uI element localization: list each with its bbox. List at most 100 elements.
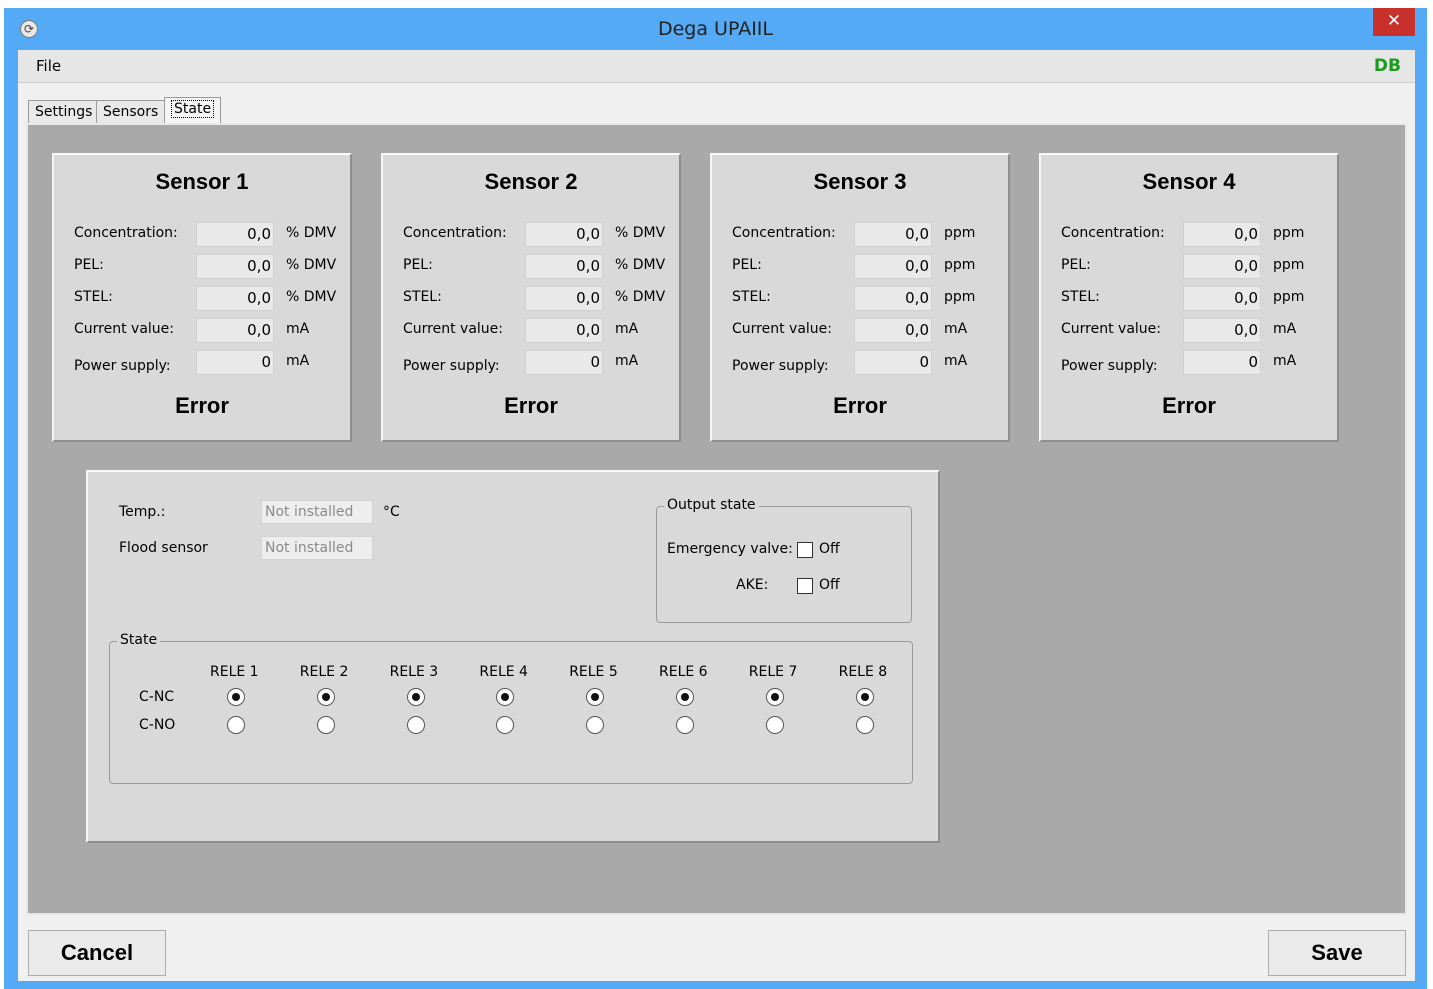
power-unit: mA — [286, 353, 310, 369]
relay-4-c-no-radio[interactable] — [496, 716, 515, 734]
emergency-valve-state: Off — [819, 541, 840, 557]
temp-label: Temp.: — [119, 504, 166, 520]
current-unit: mA — [1273, 321, 1297, 337]
pel-value: 0,0 — [196, 254, 274, 279]
relay-7-c-nc-radio[interactable] — [765, 688, 784, 706]
relay-label: RELE 8 — [838, 664, 888, 680]
current-label: Current value: — [74, 321, 174, 337]
current-label: Current value: — [1061, 321, 1161, 337]
power-value: 0 — [1183, 350, 1261, 375]
c-no-label: C-NO — [139, 717, 176, 733]
pel-label: PEL: — [74, 257, 104, 273]
stel-unit: ppm — [1273, 289, 1305, 305]
pel-unit: % DMV — [615, 257, 666, 273]
relay-8-c-nc-radio[interactable] — [855, 688, 874, 706]
cancel-button[interactable]: Cancel — [28, 930, 166, 976]
pel-label: PEL: — [403, 257, 433, 273]
relay-3-c-no-radio[interactable] — [406, 716, 425, 734]
relay-label: RELE 1 — [210, 664, 259, 680]
menu-file[interactable]: File — [36, 57, 61, 75]
stel-label: STEL: — [732, 289, 771, 305]
relay-1-c-nc-radio[interactable] — [227, 688, 245, 706]
relay-state-group: State C-NC C-NO RELE 1 RELE 2 RELE 3 RELE 4… — [109, 632, 913, 784]
relay-5-c-no-radio[interactable] — [586, 716, 605, 734]
relay-label: RELE 5 — [569, 664, 618, 680]
power-value: 0 — [525, 350, 603, 375]
flood-sensor-label: Flood sensor — [119, 540, 208, 556]
concentration-label: Concentration: — [732, 225, 836, 241]
relay-6-c-no-radio[interactable] — [676, 716, 694, 734]
pel-unit: ppm — [944, 257, 976, 273]
relay-label: RELE 2 — [299, 664, 349, 680]
stel-label: STEL: — [74, 289, 113, 305]
output-state-title: Output state — [664, 497, 759, 513]
power-unit: mA — [615, 353, 639, 369]
relay-1-c-no-radio[interactable] — [227, 716, 245, 734]
relay-5-c-nc-radio[interactable] — [586, 688, 605, 706]
tab-sensors[interactable]: Sensors — [96, 100, 166, 124]
current-value: 0,0 — [854, 318, 932, 343]
temp-unit: °C — [383, 504, 400, 520]
current-value: 0,0 — [196, 318, 274, 343]
current-unit: mA — [944, 321, 968, 337]
relay-label: RELE 7 — [748, 664, 798, 680]
save-button[interactable]: Save — [1268, 930, 1406, 976]
relay-4-c-nc-radio[interactable] — [496, 688, 515, 706]
relay-state-title: State — [117, 632, 161, 648]
stel-label: STEL: — [403, 289, 442, 305]
power-unit: mA — [944, 353, 968, 369]
sensor-status: Error — [504, 393, 558, 418]
tab-settings[interactable]: Settings — [28, 100, 100, 124]
current-label: Current value: — [403, 321, 503, 337]
concentration-value: 0,0 — [854, 222, 932, 247]
concentration-unit: % DMV — [615, 225, 666, 241]
concentration-value: 0,0 — [525, 222, 603, 247]
ake-state: Off — [819, 577, 840, 593]
relay-2-c-nc-radio[interactable] — [316, 688, 335, 706]
tab-state[interactable]: State — [164, 97, 222, 124]
relay-label: RELE 3 — [389, 664, 439, 680]
pel-label: PEL: — [732, 257, 762, 273]
power-label: Power supply: — [74, 358, 171, 374]
stel-label: STEL: — [1061, 289, 1100, 305]
app-window: ⟳ Dega UPAIIL ✕ File DB Settings Sensors… — [4, 8, 1427, 989]
current-unit: mA — [286, 321, 310, 337]
current-value: 0,0 — [1183, 318, 1261, 343]
stel-value: 0,0 — [1183, 286, 1261, 311]
current-label: Current value: — [732, 321, 832, 337]
relay-6-c-nc-radio[interactable] — [676, 688, 694, 706]
concentration-unit: % DMV — [286, 225, 337, 241]
state-tab-page: Sensor 1 Concentration: 0,0 % DMV PEL: 0… — [26, 123, 1407, 915]
c-nc-label: C-NC — [139, 689, 175, 705]
stel-value: 0,0 — [854, 286, 932, 311]
flood-sensor-field: Not installed — [261, 536, 373, 560]
pel-value: 0,0 — [854, 254, 932, 279]
pel-label: PEL: — [1061, 257, 1091, 273]
temp-field: Not installed — [261, 500, 373, 524]
window-title: Dega UPAIIL — [657, 18, 773, 40]
concentration-unit: ppm — [1273, 225, 1305, 241]
concentration-label: Concentration: — [74, 225, 178, 241]
sensor-status: Error — [833, 393, 887, 418]
ake-checkbox[interactable] — [797, 578, 813, 594]
relay-7-c-no-radio[interactable] — [765, 716, 784, 734]
stel-unit: % DMV — [286, 289, 337, 305]
power-unit: mA — [1273, 353, 1297, 369]
pel-unit: % DMV — [286, 257, 337, 273]
title-bar[interactable]: ⟳ Dega UPAIIL ✕ — [4, 8, 1427, 50]
relay-8-c-no-radio[interactable] — [855, 716, 874, 734]
concentration-label: Concentration: — [403, 225, 507, 241]
client-area: File DB Settings Sensors State Sensor 1 … — [18, 50, 1415, 981]
pel-value: 0,0 — [525, 254, 603, 279]
sensor-status: Error — [175, 393, 229, 418]
relay-2-c-no-radio[interactable] — [316, 716, 335, 734]
relay-3-c-nc-radio[interactable] — [406, 688, 425, 706]
relay-label: RELE 6 — [659, 664, 708, 680]
sensor-panel-3: Sensor 3 Concentration: 0,0 ppm PEL: 0,0… — [710, 153, 1010, 442]
tab-state-label: State — [171, 100, 215, 118]
sensor-title: Sensor 3 — [813, 169, 907, 194]
power-value: 0 — [196, 350, 274, 375]
power-value: 0 — [854, 350, 932, 375]
emergency-valve-checkbox[interactable] — [797, 542, 813, 558]
close-button[interactable]: ✕ — [1373, 8, 1415, 36]
